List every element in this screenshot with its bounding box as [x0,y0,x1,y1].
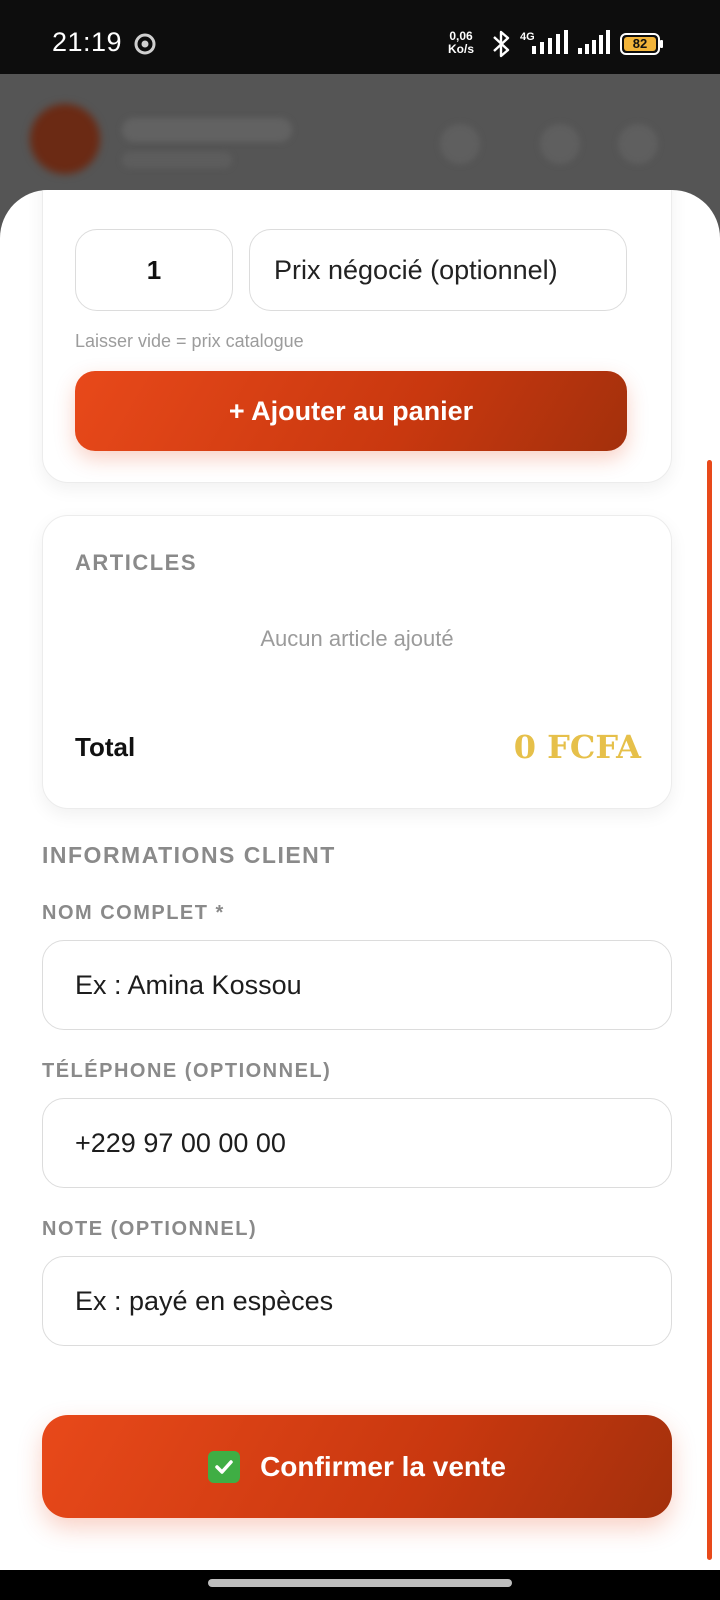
quantity-input[interactable]: 1 [75,229,233,311]
articles-card: ARTICLES Aucun article ajouté Total 0 FC… [42,515,672,809]
price-hint: Laisser vide = prix catalogue [75,331,304,351]
background-icon [440,124,480,164]
status-bar: 21:19 0,06 Ko/s 4G 82 [0,0,720,74]
navigation-bar [0,1570,720,1600]
confirm-sale-label: Confirmer la vente [260,1450,506,1482]
empty-articles-message: Aucun article ajouté [260,626,454,651]
home-gesture-handle[interactable] [208,1579,512,1587]
background-icon [540,124,580,164]
negotiated-price-input[interactable]: Prix négocié (optionnel) [249,229,627,311]
phone-label: TÉLÉPHONE (OPTIONNEL) [42,1060,332,1082]
background-title [122,118,292,142]
signal-icon-2 [578,30,610,54]
total-label: Total [75,732,136,762]
client-section-title: INFORMATIONS CLIENT [42,842,336,868]
scrollbar[interactable] [707,460,712,1560]
sale-bottom-sheet: 1 Prix négocié (optionnel) Laisser vide … [0,190,720,1570]
total-value: 0 FCFA [513,728,641,766]
note-field[interactable]: Ex : payé en espèces [42,1256,672,1346]
background-logo [30,104,100,174]
network-speed-unit: Ko/s [448,42,475,56]
name-field[interactable]: Ex : Amina Kossou [42,940,672,1030]
note-label: NOTE (OPTIONNEL) [42,1218,258,1240]
battery-level: 82 [632,36,648,51]
confirm-sale-button[interactable]: Confirmer la vente [42,1415,672,1518]
network-speed: 0,06 Ko/s [448,30,474,56]
articles-title: ARTICLES [75,550,197,575]
phone-field[interactable]: +229 97 00 00 00 [42,1098,672,1188]
name-label: NOM COMPLET * [42,902,225,924]
background-icon [618,124,658,164]
status-time: 21:19 [52,27,123,57]
signal-icon-1 [532,30,568,54]
check-icon [208,1450,241,1483]
add-to-cart-button[interactable]: + Ajouter au panier [75,371,627,451]
product-card: 1 Prix négocié (optionnel) Laisser vide … [42,190,672,483]
bluetooth-icon [493,30,510,58]
background-subtitle [122,152,232,168]
chrome-icon [134,33,156,55]
